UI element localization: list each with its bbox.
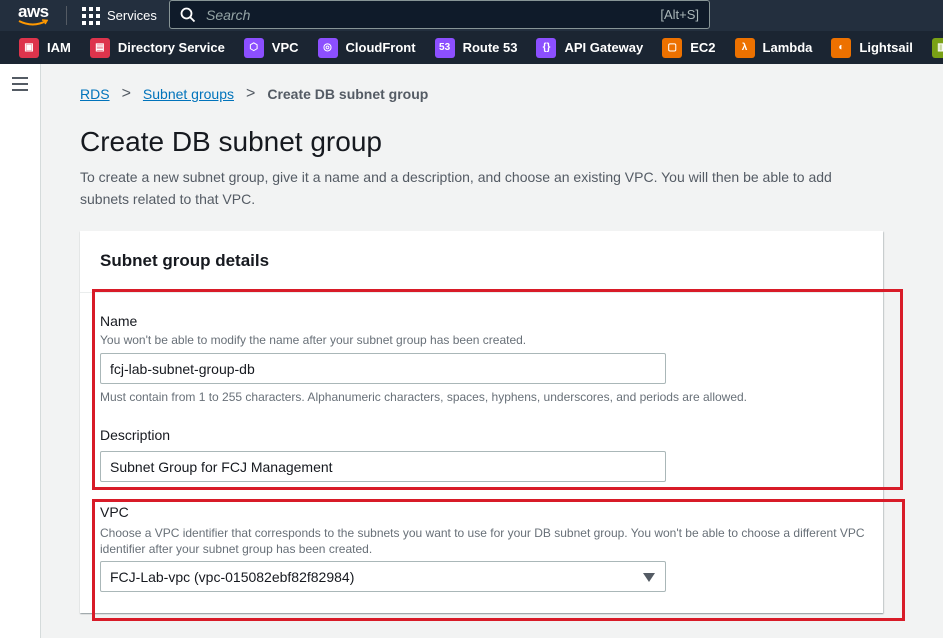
favorite-cloudfront[interactable]: ◎ CloudFront [317,37,416,58]
favorite-directory-service[interactable]: ▤ Directory Service [89,37,225,58]
lambda-icon: λ [734,37,755,58]
favorite-label: Lambda [762,40,813,55]
page-description: To create a new subnet group, give it a … [80,169,832,207]
favorite-route53[interactable]: 53 Route 53 [434,37,518,58]
description-input[interactable] [100,451,666,482]
vpc-select[interactable]: FCJ-Lab-vpc (vpc-015082ebf82f82984) [100,561,666,592]
favorite-api-gateway[interactable]: {} API Gateway [536,37,644,58]
breadcrumb-current: Create DB subnet group [267,86,429,102]
breadcrumb-rds-link[interactable]: RDS [80,86,110,102]
hamburger-menu-icon[interactable] [12,77,28,91]
favorite-label: IAM [47,40,71,55]
directory-service-icon: ▤ [89,37,110,58]
services-label: Services [107,8,157,23]
page-title: Create DB subnet group [80,126,382,157]
iam-icon: ▣ [19,37,39,58]
favorite-iam[interactable]: ▣ IAM [19,37,71,58]
favorite-label: Route 53 [462,40,518,55]
favorite-ec2[interactable]: ▢ EC2 [662,37,716,58]
name-description: You won't be able to modify the name aft… [100,333,527,347]
nav-divider [66,6,67,25]
ec2-icon: ▢ [662,37,683,58]
vpc-description: Choose a VPC identifier that corresponds… [100,526,865,556]
top-navigation: aws Services [Alt+S] [0,0,943,31]
vpc-icon: ⬡ [243,37,264,58]
favorite-vpc[interactable]: ⬡ VPC [243,37,299,58]
route53-icon: 53 [434,37,455,58]
vpc-label: VPC [100,504,129,520]
lightsail-icon: ◐ [831,37,852,58]
aws-logo[interactable]: aws [18,2,52,28]
search-icon [180,7,196,22]
favorite-label: API Gateway [564,40,644,55]
chevron-right-icon: > [245,85,256,102]
breadcrumb: RDS > Subnet groups > Create DB subnet g… [80,85,428,103]
name-input[interactable] [100,353,666,384]
favorites-bar: ▣ IAM ▤ Directory Service ⬡ VPC ◎ CloudFront 53 R… [0,31,943,64]
favorite-label: Lightsail [859,40,913,55]
panel-title: Subnet group details [100,251,270,270]
breadcrumb-subnet-groups-link[interactable]: Subnet groups [143,86,234,102]
services-grid-icon [82,6,100,25]
chevron-right-icon: > [121,85,131,102]
name-label: Name [100,313,138,329]
aws-smile-icon [18,19,48,26]
side-navigation-rail [0,64,41,638]
panel-divider [80,292,883,293]
caret-down-icon [643,573,655,582]
favorite-label: VPC [271,40,299,55]
subnet-group-details-panel: Subnet group details Name You won't be a… [80,231,883,613]
description-label: Description [100,427,171,443]
services-menu-button[interactable]: Services [82,5,157,26]
search-shortcut-hint: [Alt+S] [660,7,699,22]
favorite-lightsail[interactable]: ◐ Lightsail [831,37,913,58]
name-constraint-text: Must contain from 1 to 255 characters. A… [100,390,748,404]
favorite-label: CloudFront [345,40,416,55]
search-input[interactable] [206,6,626,23]
favorite-label: Directory Service [117,40,225,55]
favorite-s3[interactable]: ▥S3 [931,37,943,58]
favorite-lambda[interactable]: λ Lambda [734,37,813,58]
s3-icon: ▥ [931,37,943,58]
api-gateway-icon: {} [536,37,557,58]
search-bar[interactable]: [Alt+S] [169,0,710,29]
favorite-label: EC2 [690,40,716,55]
cloudfront-icon: ◎ [317,37,338,58]
vpc-selected-value: FCJ-Lab-vpc (vpc-015082ebf82f82984) [110,569,355,585]
